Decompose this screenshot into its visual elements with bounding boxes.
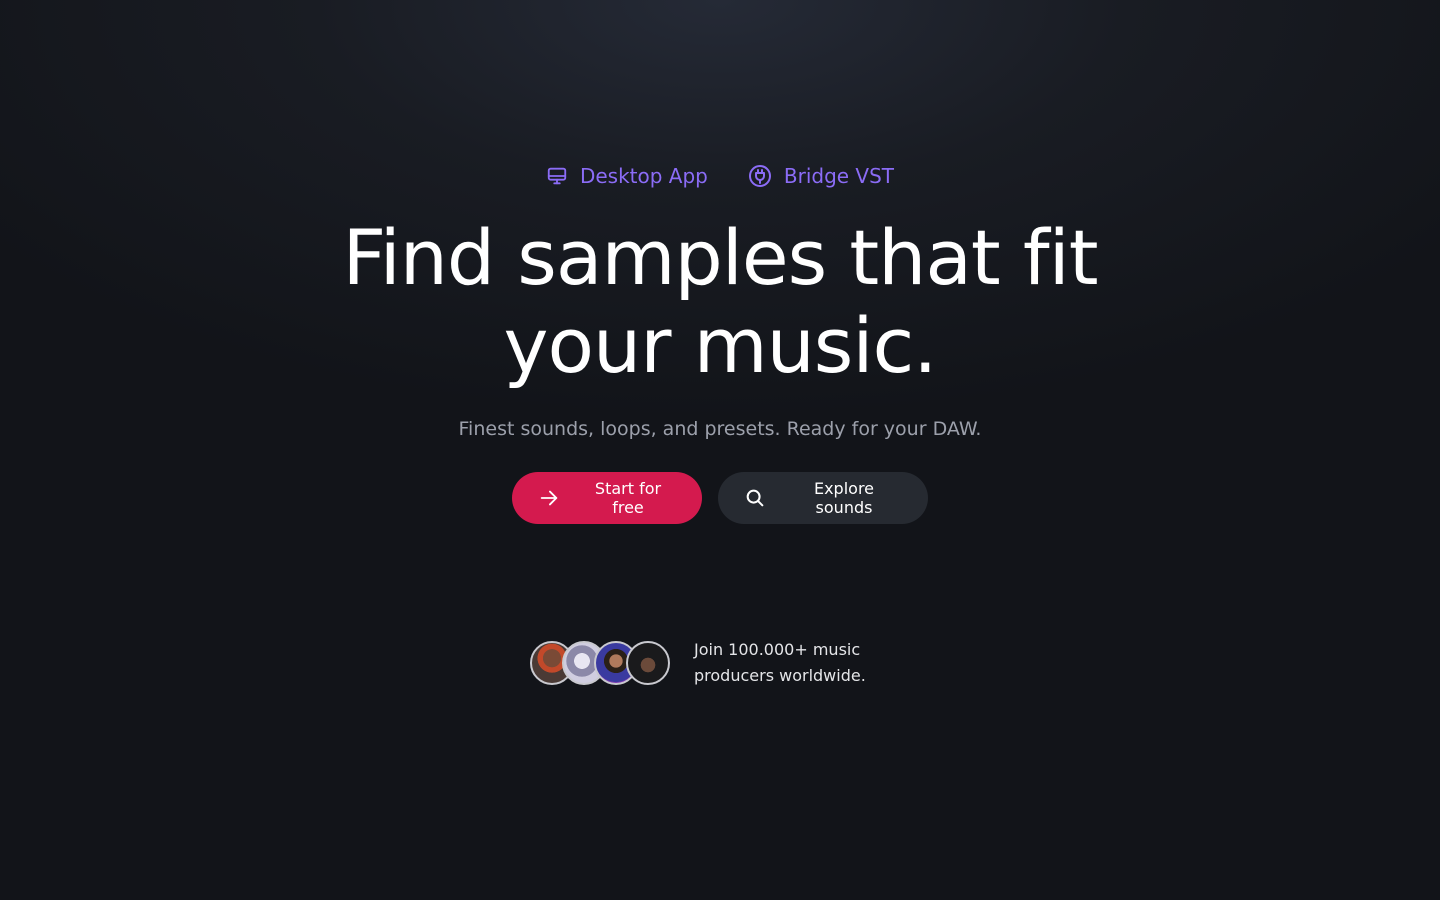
search-icon bbox=[744, 487, 766, 509]
start-for-free-label: Start for free bbox=[594, 479, 662, 517]
avatar bbox=[626, 641, 670, 685]
hero-section: Desktop App Bridge VST Find samples that… bbox=[0, 0, 1440, 900]
explore-sounds-label: Explore sounds bbox=[813, 479, 875, 517]
desktop-app-link[interactable]: Desktop App bbox=[546, 160, 708, 192]
explore-sounds-button[interactable]: Explore sounds bbox=[718, 472, 928, 524]
arrow-right-icon bbox=[538, 487, 560, 509]
bridge-vst-label: Bridge VST bbox=[783, 164, 895, 188]
bridge-vst-link[interactable]: Bridge VST bbox=[748, 160, 894, 192]
social-proof: Join 100.000+ music producers worldwide. bbox=[530, 637, 894, 689]
hero-subtitle: Finest sounds, loops, and presets. Ready… bbox=[458, 418, 982, 440]
desktop-monitor-icon bbox=[546, 165, 568, 187]
avatar-group bbox=[530, 641, 670, 685]
page-title: Find samples that fit your music. bbox=[0, 214, 1440, 390]
desktop-app-label: Desktop App bbox=[579, 164, 708, 188]
headline-line-2: your music. bbox=[503, 301, 938, 390]
product-links: Desktop App Bridge VST bbox=[0, 160, 1440, 192]
cta-row: Start for free Explore sounds bbox=[0, 472, 1440, 524]
plug-icon bbox=[748, 164, 772, 188]
social-proof-text: Join 100.000+ music producers worldwide. bbox=[694, 640, 866, 685]
start-for-free-button[interactable]: Start for free bbox=[512, 472, 702, 524]
headline-line-1: Find samples that fit bbox=[342, 213, 1098, 302]
